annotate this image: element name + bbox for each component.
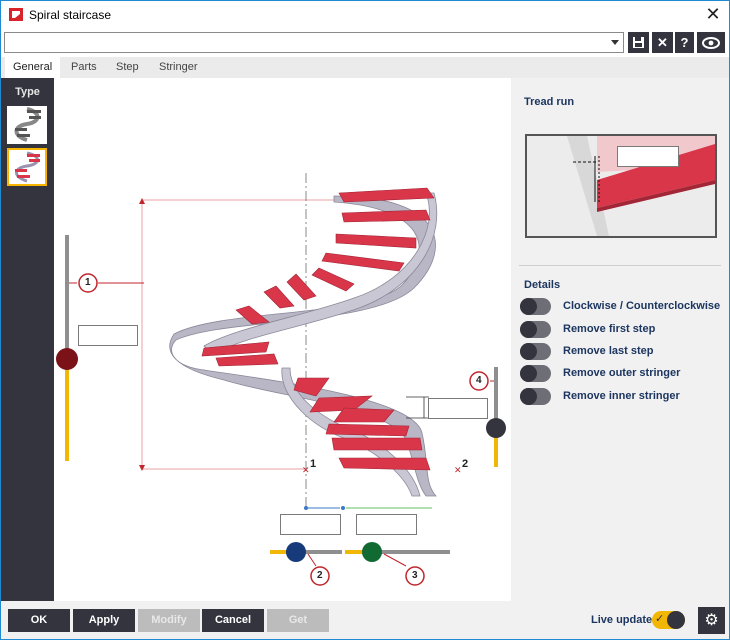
- tread-run-title: Tread run: [524, 96, 575, 108]
- detail-label: Remove first step: [563, 323, 656, 335]
- spiral-stair-thumbnail: [14, 107, 41, 142]
- outer-width-slider-handle[interactable]: [362, 542, 382, 562]
- view-button[interactable]: [697, 32, 725, 53]
- cancel-button[interactable]: Cancel: [202, 609, 264, 632]
- remove-last-step-toggle[interactable]: [520, 343, 551, 360]
- save-icon: [633, 37, 644, 48]
- toolbar: ✕ ?: [1, 29, 729, 57]
- detail-label: Clockwise / Counterclockwise: [563, 300, 721, 312]
- properties-panel: Tread run Details Clockwise / Counterclo…: [511, 78, 729, 601]
- inner-width-input[interactable]: [280, 514, 341, 535]
- type-label: Type: [15, 86, 40, 98]
- inner-width-slider-handle[interactable]: [286, 542, 306, 562]
- window-title: Spiral staircase: [29, 8, 112, 22]
- clockwise-toggle[interactable]: [520, 298, 551, 315]
- live-update-toggle[interactable]: ✓: [652, 611, 685, 629]
- step-height-slider-handle[interactable]: [486, 418, 506, 438]
- tread-run-preview: [525, 134, 717, 238]
- get-button[interactable]: Get: [267, 609, 329, 632]
- help-button[interactable]: ?: [675, 32, 694, 53]
- gear-icon: ⚙: [704, 612, 719, 629]
- remove-outer-stringer-toggle[interactable]: [520, 365, 551, 382]
- footer-bar: OK Apply Modify Cancel Get Live update ✓…: [1, 601, 729, 639]
- marker-4-label: 4: [476, 375, 482, 386]
- marker-2-label: 2: [317, 570, 323, 581]
- title-bar: Spiral staircase ✕: [1, 1, 729, 29]
- tab-general[interactable]: General: [5, 57, 61, 78]
- type-option-spiral[interactable]: [7, 106, 47, 144]
- close-window-button[interactable]: ✕: [703, 4, 723, 24]
- type-option-helical[interactable]: [7, 148, 47, 186]
- detail-label: Remove inner stringer: [563, 390, 680, 402]
- preview-canvas: ✕ ✕ 1 2 3 4 1 2: [54, 78, 511, 601]
- height-input[interactable]: [78, 325, 138, 346]
- close-icon: ✕: [657, 35, 668, 50]
- live-update-label: Live update: [591, 614, 653, 626]
- marker-3-label: 3: [412, 570, 418, 581]
- spiral-staircase-dialog: Spiral staircase ✕ ✕ ? General Parts Ste…: [0, 0, 730, 640]
- point-1-label: 1: [310, 458, 317, 470]
- tab-strip: General Parts Step Stringer: [1, 57, 729, 78]
- help-icon: ?: [680, 35, 689, 50]
- tread-run-input[interactable]: [617, 146, 679, 167]
- helical-stair-thumbnail: [15, 151, 40, 183]
- apply-button[interactable]: Apply: [73, 609, 135, 632]
- detail-label: Remove last step: [563, 345, 654, 357]
- check-icon: ✓: [655, 613, 665, 625]
- app-icon: [9, 8, 23, 21]
- svg-text:✕: ✕: [302, 465, 310, 475]
- panel-divider: [519, 265, 721, 266]
- point-2-label: 2: [462, 458, 469, 470]
- remove-first-step-toggle[interactable]: [520, 321, 551, 338]
- modify-button[interactable]: Modify: [138, 609, 200, 632]
- settings-combo[interactable]: [4, 32, 624, 53]
- type-panel: Type: [1, 78, 54, 601]
- step-height-input[interactable]: [428, 398, 488, 419]
- details-title: Details: [524, 279, 561, 291]
- tab-step[interactable]: Step: [108, 57, 147, 78]
- marker-1-label: 1: [85, 277, 91, 288]
- save-button[interactable]: [628, 32, 649, 53]
- remove-inner-stringer-toggle[interactable]: [520, 388, 551, 405]
- height-slider-handle[interactable]: [56, 348, 78, 370]
- chevron-down-icon[interactable]: [611, 40, 619, 45]
- detail-label: Remove outer stringer: [563, 367, 681, 379]
- outer-width-input[interactable]: [356, 514, 417, 535]
- settings-button[interactable]: ⚙: [698, 607, 725, 634]
- tab-stringer[interactable]: Stringer: [151, 57, 206, 78]
- ok-button[interactable]: OK: [8, 609, 70, 632]
- tab-parts[interactable]: Parts: [63, 57, 105, 78]
- eye-icon: [702, 37, 720, 49]
- svg-text:✕: ✕: [454, 465, 462, 475]
- delete-button[interactable]: ✕: [652, 32, 673, 53]
